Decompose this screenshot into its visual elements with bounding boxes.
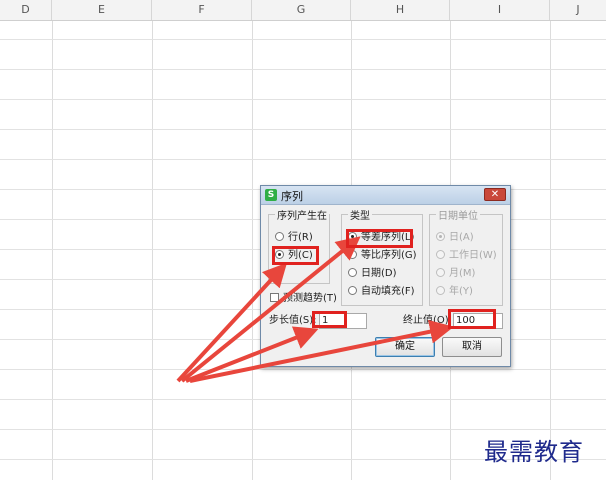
highlight-step-value bbox=[312, 311, 347, 328]
highlight-stop-value bbox=[448, 309, 496, 329]
watermark-text: 最需教育 bbox=[484, 438, 584, 466]
arrow-to-stop-value bbox=[189, 319, 454, 383]
highlight-linear-option bbox=[346, 229, 413, 248]
annotation-arrows bbox=[176, 236, 454, 383]
highlight-column-option bbox=[272, 246, 319, 265]
arrow-to-step-value bbox=[185, 326, 319, 383]
